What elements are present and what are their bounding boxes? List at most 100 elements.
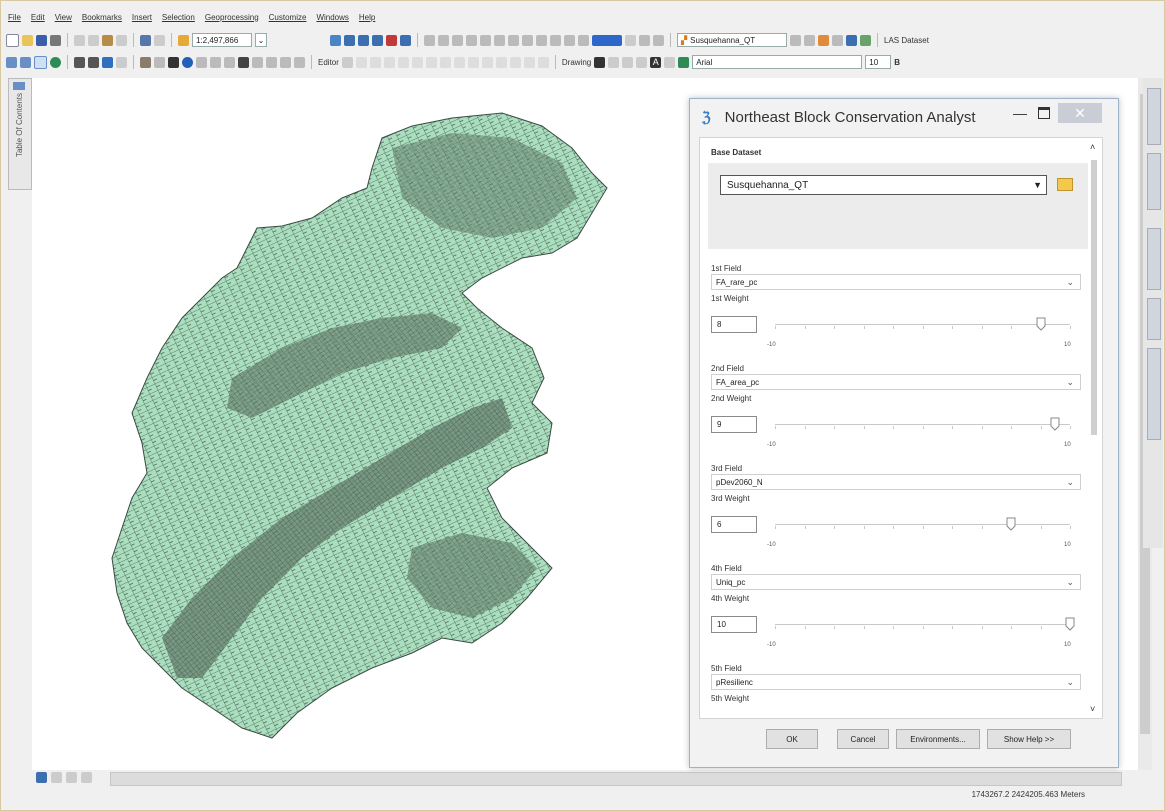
time-slider-icon[interactable] bbox=[280, 56, 291, 68]
open-icon[interactable] bbox=[22, 34, 33, 46]
tool-icon[interactable] bbox=[653, 34, 664, 46]
weight-slider-track[interactable] bbox=[775, 624, 1070, 625]
forward-icon[interactable] bbox=[116, 56, 127, 68]
delete-icon[interactable] bbox=[116, 34, 127, 46]
pan-icon[interactable] bbox=[34, 55, 47, 69]
weight-slider-thumb[interactable] bbox=[1006, 517, 1016, 531]
open-folder-icon[interactable] bbox=[1057, 178, 1073, 191]
chevron-down-icon[interactable]: ⌄ bbox=[1066, 577, 1074, 588]
chevron-down-icon[interactable]: ˅ bbox=[1090, 704, 1095, 714]
html-popup-icon[interactable] bbox=[210, 56, 221, 68]
scale-dropdown-icon[interactable]: ⌄ bbox=[255, 33, 267, 47]
dropdown-icon[interactable] bbox=[625, 34, 636, 46]
create-features-tab[interactable] bbox=[1147, 348, 1161, 440]
tool-icon[interactable] bbox=[424, 34, 435, 46]
rectangle-icon[interactable] bbox=[636, 56, 648, 68]
tool-icon[interactable] bbox=[508, 34, 519, 46]
weight-slider-track[interactable] bbox=[775, 524, 1070, 525]
weight-input[interactable]: 10 bbox=[711, 616, 757, 633]
editor-dropdown-icon[interactable] bbox=[341, 56, 353, 68]
font-combo[interactable]: Arial bbox=[692, 55, 863, 69]
menu-geoprocessing[interactable]: Geoprocessing bbox=[205, 13, 259, 22]
arctoolbox-icon[interactable] bbox=[386, 34, 397, 46]
scale-combo[interactable]: 1:2,497,866 bbox=[192, 33, 252, 47]
print-icon[interactable] bbox=[50, 34, 61, 46]
chevron-down-icon[interactable]: ⌄ bbox=[1066, 377, 1074, 388]
edit-tool-icon[interactable] bbox=[509, 56, 521, 68]
tool-icon[interactable] bbox=[564, 34, 575, 46]
edit-tool-icon[interactable] bbox=[467, 56, 479, 68]
editor-menu[interactable]: Editor bbox=[318, 58, 339, 67]
rotate-icon[interactable] bbox=[608, 56, 620, 68]
text-dropdown-icon[interactable] bbox=[664, 56, 676, 68]
viewer-icon[interactable] bbox=[294, 56, 305, 68]
toc-icon[interactable] bbox=[344, 34, 355, 46]
fixed-zoom-out-icon[interactable] bbox=[88, 56, 99, 68]
edit-tool-icon[interactable] bbox=[439, 56, 451, 68]
menu-help[interactable]: Help bbox=[359, 13, 375, 22]
dialog-titlebar[interactable]: ℨ Northeast Block Conservation Analyst —… bbox=[690, 99, 1118, 135]
field-combo[interactable]: pResilienc ⌄ bbox=[711, 674, 1081, 690]
refresh-icon[interactable] bbox=[66, 772, 77, 783]
tool-icon[interactable] bbox=[846, 34, 857, 46]
menu-file[interactable]: File bbox=[8, 13, 21, 22]
tool-icon[interactable] bbox=[452, 34, 463, 46]
tool-icon[interactable] bbox=[536, 34, 547, 46]
pause-drawing-icon[interactable] bbox=[81, 772, 92, 783]
tool-icon[interactable] bbox=[466, 34, 477, 46]
las-dataset-label[interactable]: LAS Dataset bbox=[884, 36, 929, 45]
show-help-button[interactable]: Show Help >> bbox=[987, 729, 1071, 749]
maximize-button[interactable] bbox=[1034, 103, 1054, 123]
text-icon[interactable]: A bbox=[650, 56, 662, 68]
zoom-whole-page-icon[interactable] bbox=[622, 56, 634, 68]
edit-tool-icon[interactable] bbox=[425, 56, 437, 68]
edit-tool-icon[interactable] bbox=[537, 56, 549, 68]
search-tab[interactable] bbox=[1147, 153, 1161, 210]
identify-icon[interactable] bbox=[182, 56, 193, 68]
edit-tool-icon[interactable] bbox=[397, 56, 409, 68]
route-icon[interactable] bbox=[252, 56, 263, 68]
redo-icon[interactable] bbox=[154, 34, 165, 46]
weight-slider-thumb[interactable] bbox=[1036, 317, 1046, 331]
dropdown-icon[interactable]: ▼ bbox=[1033, 180, 1042, 190]
select-elements-icon[interactable] bbox=[168, 56, 179, 68]
undo-icon[interactable] bbox=[140, 34, 151, 46]
menu-edit[interactable]: Edit bbox=[31, 13, 45, 22]
menu-selection[interactable]: Selection bbox=[162, 13, 195, 22]
tool-icon[interactable] bbox=[438, 34, 449, 46]
weight-slider-track[interactable] bbox=[775, 424, 1070, 425]
cut-icon[interactable] bbox=[74, 34, 85, 46]
environments-button[interactable]: Environments... bbox=[896, 729, 980, 749]
bold-icon[interactable]: B bbox=[894, 58, 900, 67]
menu-bookmarks[interactable]: Bookmarks bbox=[82, 13, 122, 22]
save-icon[interactable] bbox=[36, 34, 47, 46]
data-view-icon[interactable] bbox=[36, 772, 47, 783]
add-data-icon[interactable] bbox=[178, 34, 189, 46]
catalog-icon[interactable] bbox=[358, 34, 369, 46]
panel-scrollbar[interactable]: ˄ ˅ bbox=[1088, 138, 1100, 718]
panel-scrollbar-thumb[interactable] bbox=[1091, 160, 1097, 435]
cancel-button[interactable]: Cancel bbox=[837, 729, 889, 749]
menu-customize[interactable]: Customize bbox=[269, 13, 307, 22]
hyperlink-icon[interactable] bbox=[196, 56, 207, 68]
full-extent-icon[interactable] bbox=[50, 56, 61, 68]
weight-input[interactable]: 9 bbox=[711, 416, 757, 433]
find-icon[interactable] bbox=[238, 56, 249, 68]
goto-xy-icon[interactable] bbox=[266, 56, 277, 68]
fixed-zoom-in-icon[interactable] bbox=[74, 56, 85, 68]
new-document-icon[interactable] bbox=[6, 33, 19, 47]
color-ramp-icon[interactable] bbox=[592, 34, 622, 46]
field-combo[interactable]: Uniq_pc ⌄ bbox=[711, 574, 1081, 590]
edit-tool-icon[interactable] bbox=[383, 56, 395, 68]
minimize-button[interactable]: — bbox=[1010, 103, 1030, 123]
weight-input[interactable]: 8 bbox=[711, 316, 757, 333]
chevron-down-icon[interactable]: ⌄ bbox=[1066, 477, 1074, 488]
tool-icon[interactable] bbox=[480, 34, 491, 46]
search-window-icon[interactable] bbox=[372, 34, 383, 46]
zoom-out-icon[interactable] bbox=[20, 56, 31, 68]
edit-tool-icon[interactable] bbox=[453, 56, 465, 68]
tool-icon[interactable] bbox=[818, 34, 829, 46]
font-size-combo[interactable]: 10 bbox=[865, 55, 892, 69]
edit-tool-icon[interactable] bbox=[369, 56, 381, 68]
field-combo[interactable]: pDev2060_N ⌄ bbox=[711, 474, 1081, 490]
